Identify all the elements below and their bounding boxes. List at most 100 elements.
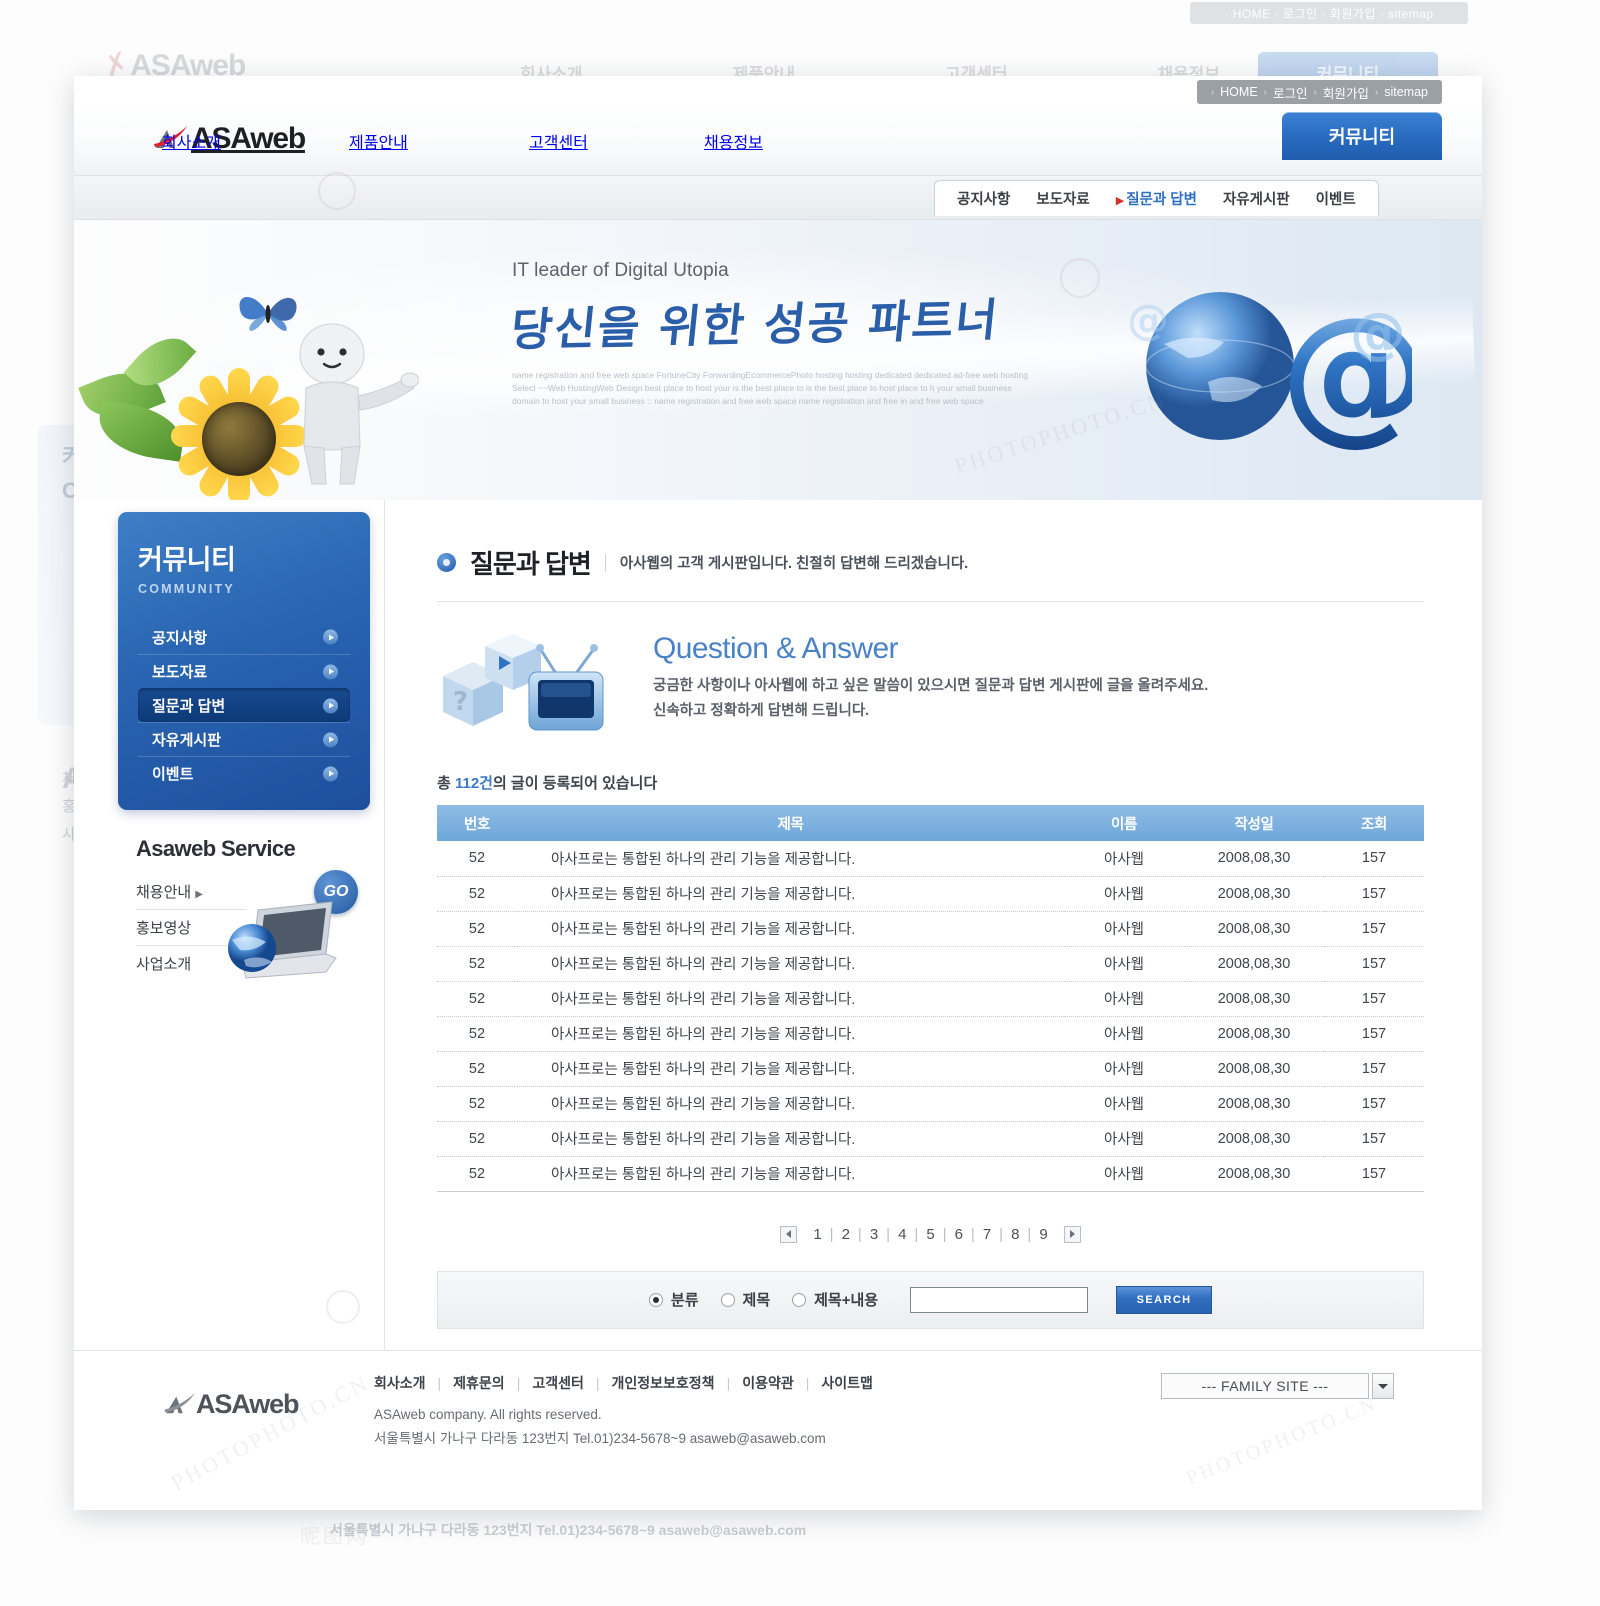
nav-item-community[interactable]: 커뮤니티: [1282, 112, 1442, 160]
cell-subject[interactable]: 아사프로는 통합된 하나의 관리 기능을 제공합니다.: [517, 876, 1064, 912]
pagination-page-3[interactable]: 3: [866, 1226, 882, 1243]
laptop-globe-icon: [228, 901, 337, 979]
sidebar-item-freeboard[interactable]: 자유게시판: [138, 722, 350, 756]
table-row[interactable]: 52 아사프로는 통합된 하나의 관리 기능을 제공합니다. 아사웹 2008,…: [437, 981, 1424, 1017]
sub-nav: 공지사항 보도자료 ▶ 질문과 답변 자유게시판 이벤트: [934, 180, 1379, 216]
cell-hits: 157: [1324, 841, 1424, 877]
sub-nav-bar: 공지사항 보도자료 ▶ 질문과 답변 자유게시판 이벤트: [74, 176, 1482, 220]
page-title: 질문과 답변: [470, 549, 592, 579]
sidebar-subtitle: COMMUNITY: [138, 582, 235, 596]
cell-subject[interactable]: 아사프로는 통합된 하나의 관리 기능을 제공합니다.: [517, 1086, 1064, 1122]
table-row[interactable]: 52 아사프로는 통합된 하나의 관리 기능을 제공합니다. 아사웹 2008,…: [437, 1086, 1424, 1122]
cell-subject[interactable]: 아사프로는 통합된 하나의 관리 기능을 제공합니다.: [517, 1051, 1064, 1087]
footer-link-terms[interactable]: 이용약관: [742, 1373, 794, 1393]
cell-subject[interactable]: 아사프로는 통합된 하나의 관리 기능을 제공합니다.: [517, 1121, 1064, 1157]
cell-subject[interactable]: 아사프로는 통합된 하나의 관리 기능을 제공합니다.: [517, 981, 1064, 1017]
th-hits[interactable]: 조회: [1324, 805, 1424, 841]
family-site-selector[interactable]: --- FAMILY SITE ---: [1161, 1373, 1394, 1399]
pagination-page-5[interactable]: 5: [922, 1226, 938, 1243]
utility-bar: › HOME › 로그인 › 회원가입 › sitemap: [1196, 80, 1442, 104]
footer-link-divider: |: [805, 1375, 810, 1391]
cell-no: 52: [437, 876, 517, 912]
search-option-title[interactable]: 제목: [720, 1289, 770, 1310]
count-number: 112건: [454, 775, 493, 792]
footer-link-sitemap[interactable]: 사이트맵: [821, 1373, 873, 1393]
pagination-page-1[interactable]: 1: [809, 1226, 825, 1243]
th-no[interactable]: 번호: [437, 805, 517, 841]
footer-link-divider: |: [516, 1375, 521, 1391]
sidebar-item-label: 공지사항: [152, 629, 208, 647]
footer-address: 서울특별시 가나구 다라동 123번지 Tel.01)234-5678~9 as…: [374, 1431, 826, 1446]
cell-subject[interactable]: 아사프로는 통합된 하나의 관리 기능을 제공합니다.: [517, 946, 1064, 982]
cell-date: 2008,08,30: [1184, 876, 1324, 912]
qa-line-2: 신속하고 정확하게 답변해 드립니다.: [653, 703, 870, 719]
cell-name: 아사웹: [1064, 1121, 1184, 1157]
cell-subject[interactable]: 아사프로는 통합된 하나의 관리 기능을 제공합니다.: [517, 1016, 1064, 1052]
radio-icon[interactable]: [648, 1292, 663, 1307]
th-date[interactable]: 작성일: [1184, 805, 1324, 841]
footer-link-partnership[interactable]: 제휴문의: [453, 1373, 505, 1393]
cell-subject[interactable]: 아사프로는 통합된 하나의 관리 기능을 제공합니다.: [517, 911, 1064, 947]
pagination-page-6[interactable]: 6: [951, 1226, 967, 1243]
footer-link-company[interactable]: 회사소개: [374, 1373, 426, 1393]
radio-icon[interactable]: [792, 1292, 807, 1307]
cell-no: 52: [437, 1016, 517, 1052]
pagination-divider: |: [999, 1225, 1004, 1243]
pagination-next-button[interactable]: [1063, 1225, 1081, 1243]
page-header: 질문과 답변 아사웹의 고객 게시판입니다. 친절히 답변해 드리겠습니다.: [437, 544, 1424, 602]
sidebar-item-qna[interactable]: 질문과 답변: [138, 688, 350, 722]
sidebar-item-event[interactable]: 이벤트: [138, 756, 350, 790]
subnav-item-qna[interactable]: ▶ 질문과 답변: [1116, 188, 1197, 209]
table-row[interactable]: 52 아사프로는 통합된 하나의 관리 기능을 제공합니다. 아사웹 2008,…: [437, 1016, 1424, 1052]
pagination-page-4[interactable]: 4: [894, 1226, 910, 1243]
subnav-item-notice[interactable]: 공지사항: [957, 188, 1010, 209]
chevron-down-icon[interactable]: [1372, 1373, 1394, 1399]
cell-subject[interactable]: 아사프로는 통합된 하나의 관리 기능을 제공합니다.: [517, 1156, 1064, 1192]
table-row[interactable]: 52 아사프로는 통합된 하나의 관리 기능을 제공합니다. 아사웹 2008,…: [437, 1121, 1424, 1157]
pagination-page-7[interactable]: 7: [979, 1226, 995, 1243]
table-row[interactable]: 52 아사프로는 통합된 하나의 관리 기능을 제공합니다. 아사웹 2008,…: [437, 1051, 1424, 1087]
cell-date: 2008,08,30: [1184, 1156, 1324, 1192]
pagination-page-2[interactable]: 2: [838, 1226, 854, 1243]
cell-date: 2008,08,30: [1184, 946, 1324, 982]
search-button[interactable]: SEARCH: [1116, 1285, 1213, 1314]
footer-link-privacy[interactable]: 개인정보보호정책: [612, 1373, 715, 1393]
utility-link-home[interactable]: HOME: [1220, 85, 1258, 99]
triangle-right-icon: ▶: [195, 889, 203, 900]
table-row[interactable]: 52 아사프로는 통합된 하나의 관리 기능을 제공합니다. 아사웹 2008,…: [437, 911, 1424, 947]
nav-item-products[interactable]: 제품안내: [349, 129, 408, 153]
pagination-page-8[interactable]: 8: [1007, 1226, 1023, 1243]
utility-link-signup[interactable]: 회원가입: [1323, 83, 1369, 102]
cell-date: 2008,08,30: [1184, 911, 1324, 947]
th-name[interactable]: 이름: [1064, 805, 1184, 841]
radio-icon[interactable]: [720, 1292, 735, 1307]
pagination-prev-button[interactable]: [780, 1225, 798, 1243]
content-area: 커뮤니티 COMMUNITY 공지사항 보도자료 질문과 답변 자유게시판 이벤…: [74, 500, 1482, 1510]
search-option-title-content[interactable]: 제목+내용: [792, 1289, 878, 1310]
site-header: ASAweb 회사소개 제품안내 고객센터 채용정보 커뮤니티: [74, 104, 1482, 176]
pagination-page-9[interactable]: 9: [1035, 1226, 1051, 1243]
table-row[interactable]: 52 아사프로는 통합된 하나의 관리 기능을 제공합니다. 아사웹 2008,…: [437, 841, 1424, 877]
nav-item-company[interactable]: 회사소개: [162, 129, 221, 153]
sidebar-item-notice[interactable]: 공지사항: [138, 620, 350, 654]
table-row[interactable]: 52 아사프로는 통합된 하나의 관리 기능을 제공합니다. 아사웹 2008,…: [437, 876, 1424, 912]
utility-link-sitemap[interactable]: sitemap: [1384, 85, 1428, 99]
utility-link-login[interactable]: 로그인: [1273, 83, 1308, 102]
search-input[interactable]: [910, 1286, 1089, 1313]
subnav-item-freeboard[interactable]: 자유게시판: [1223, 188, 1290, 209]
cell-subject[interactable]: 아사프로는 통합된 하나의 관리 기능을 제공합니다.: [517, 841, 1064, 877]
table-row[interactable]: 52 아사프로는 통합된 하나의 관리 기능을 제공합니다. 아사웹 2008,…: [437, 946, 1424, 982]
cell-no: 52: [437, 1121, 517, 1157]
cell-name: 아사웹: [1064, 911, 1184, 947]
footer-link-customer-center[interactable]: 고객센터: [532, 1373, 584, 1393]
subnav-item-event[interactable]: 이벤트: [1316, 188, 1356, 209]
utility-sep-icon: ›: [1210, 86, 1215, 98]
sidebar-item-press[interactable]: 보도자료: [138, 654, 350, 688]
search-option-category[interactable]: 분류: [648, 1289, 699, 1310]
pagination-divider: |: [857, 1225, 862, 1243]
footer-copyright: ASAweb company. All rights reserved.: [374, 1407, 602, 1422]
table-row[interactable]: 52 아사프로는 통합된 하나의 관리 기능을 제공합니다. 아사웹 2008,…: [437, 1156, 1424, 1192]
th-subject[interactable]: 제목: [517, 805, 1064, 841]
subnav-item-press[interactable]: 보도자료: [1036, 188, 1089, 209]
family-site-value[interactable]: --- FAMILY SITE ---: [1161, 1373, 1369, 1399]
